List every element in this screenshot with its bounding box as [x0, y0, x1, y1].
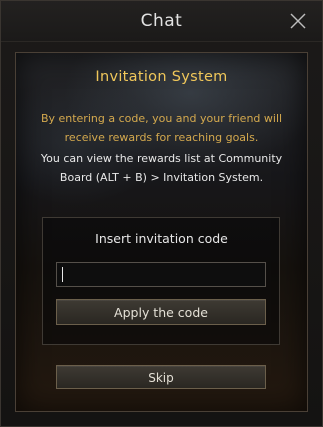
panel-heading: Invitation System [95, 69, 228, 85]
rewards-description-line: receive rewards for reaching goals. [64, 131, 259, 144]
apply-code-button[interactable]: Apply the code [56, 299, 266, 325]
text-caret [62, 267, 63, 282]
rewards-list-hint-line: You can view the rewards list at Communi… [40, 152, 283, 165]
rewards-description: By entering a code, you and your friend … [1, 109, 322, 147]
code-entry-title: Insert invitation code [95, 231, 228, 246]
rewards-description-line: By entering a code, you and your friend … [40, 112, 283, 125]
invitation-dialog: Chat Invitation System By entering a cod… [0, 0, 323, 427]
close-button[interactable] [288, 11, 308, 31]
rewards-list-hint: You can view the rewards list at Communi… [1, 149, 322, 187]
skip-button[interactable]: Skip [56, 365, 266, 389]
close-icon [290, 13, 306, 29]
rewards-list-hint-line: Board (ALT + B) > Invitation System. [59, 171, 264, 184]
invitation-code-input[interactable] [56, 262, 266, 287]
window-title: Chat [140, 11, 183, 31]
